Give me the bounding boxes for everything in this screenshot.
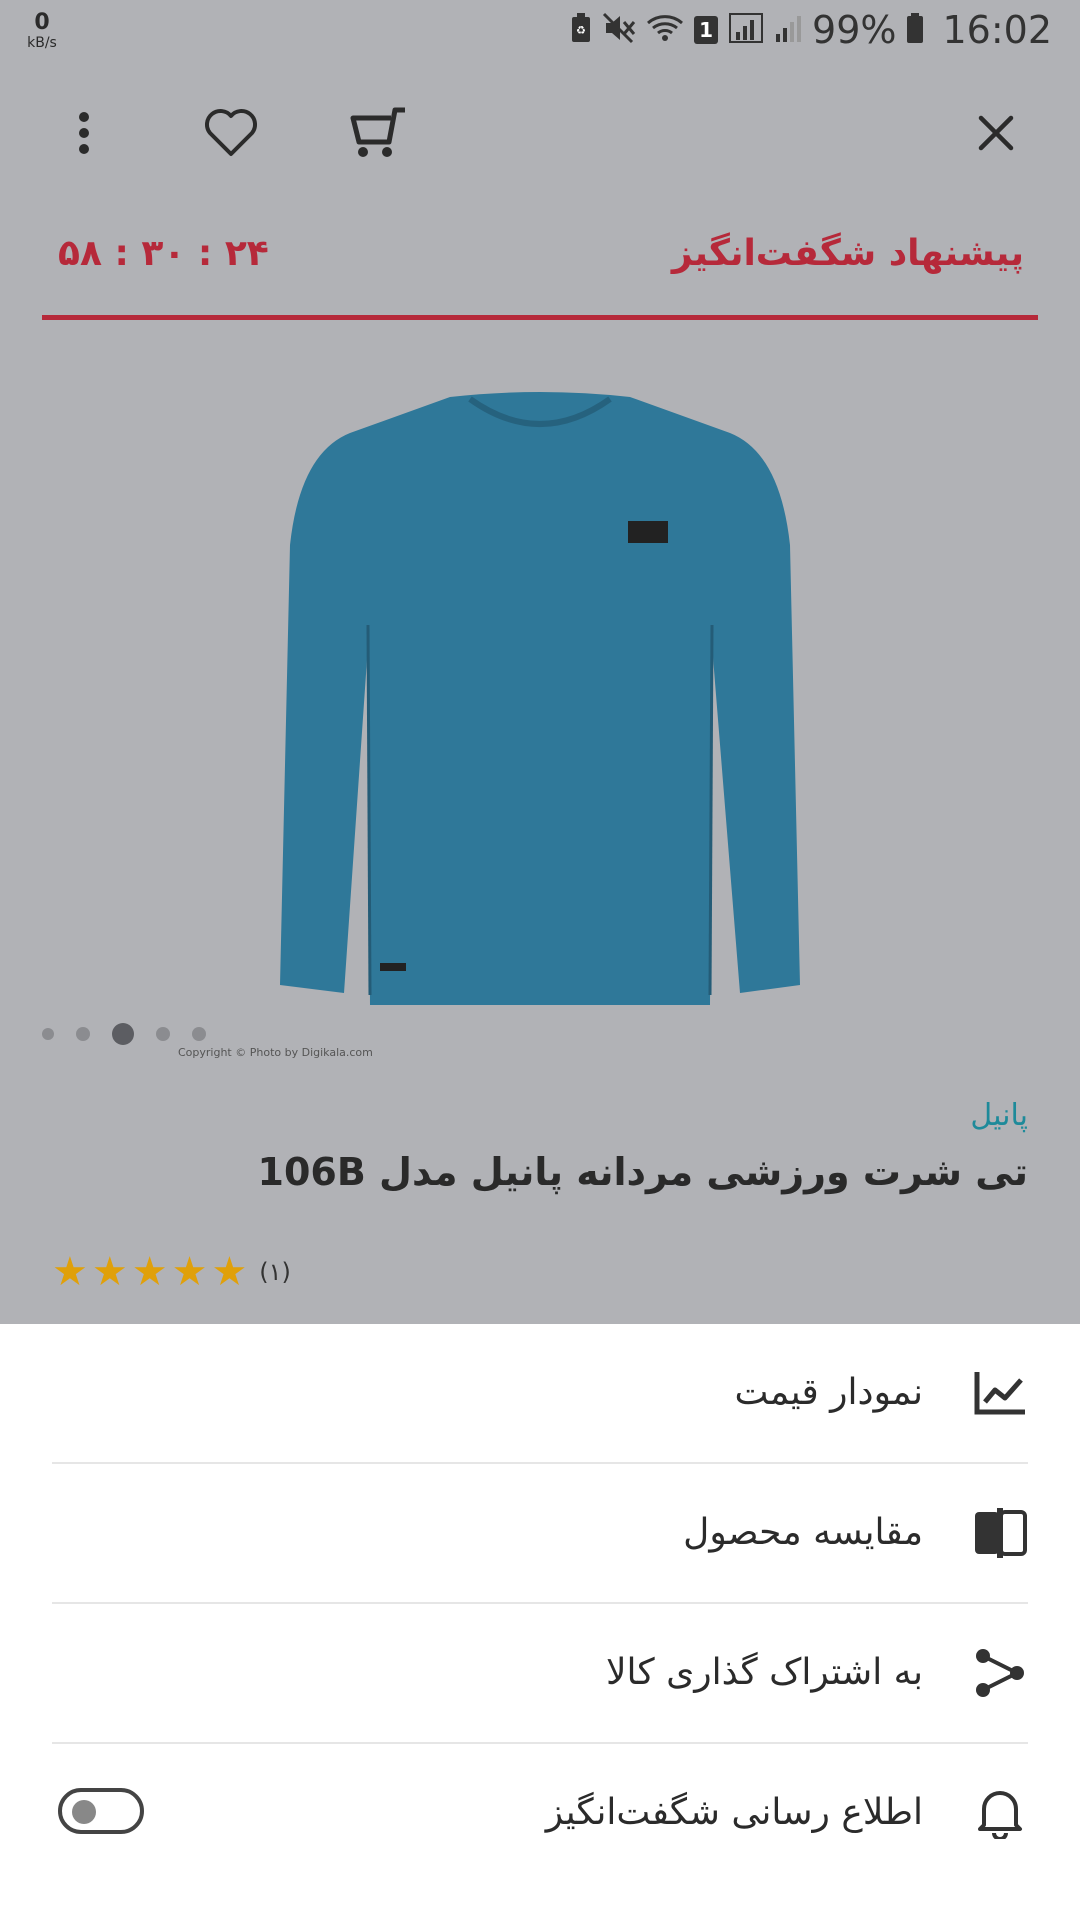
toggle-knob <box>72 1800 96 1824</box>
status-bar: 0 kB/s ♻ 1 99% 16:02 <box>0 0 1080 60</box>
cart-button[interactable] <box>348 105 408 165</box>
amazing-offer-title: پیشنهاد شگفت‌انگیز <box>671 233 1024 274</box>
clock: 16:02 <box>942 8 1052 52</box>
price-chart-icon <box>972 1368 1028 1418</box>
menu-item-label: نمودار قیمت <box>734 1372 923 1413</box>
more-vertical-icon <box>77 111 91 159</box>
notify-toggle[interactable] <box>58 1788 144 1834</box>
star-icon: ★ <box>131 1249 168 1295</box>
menu-item-notify[interactable]: اطلاع رسانی شگفت‌انگیز <box>52 1744 1028 1882</box>
amazing-offer-bar: پیشنهاد شگفت‌انگیز ۵۸ : ۳۰ : ۲۴ <box>42 225 1038 320</box>
bell-icon <box>972 1788 1028 1839</box>
brand-link[interactable]: پانیل <box>970 1098 1028 1133</box>
favorite-button[interactable] <box>201 105 261 165</box>
compare-icon <box>972 1508 1028 1558</box>
network-speed-value: 0 <box>34 10 50 35</box>
sim-badge-label: 1 <box>699 18 714 42</box>
heart-icon <box>202 108 260 162</box>
menu-item-price-chart[interactable]: نمودار قیمت <box>52 1324 1028 1464</box>
pager-dot-active[interactable] <box>112 1023 134 1045</box>
rating-count: (۱) <box>259 1258 291 1286</box>
gallery-pager[interactable] <box>42 1022 206 1046</box>
signal-2-icon <box>774 12 802 48</box>
image-copyright: Copyright © Photo by Digikala.com <box>178 1046 373 1059</box>
product-title: تی شرت ورزشی مردانه پانیل مدل 106B <box>257 1150 1028 1194</box>
pager-dot[interactable] <box>42 1028 54 1040</box>
menu-item-compare[interactable]: مقایسه محصول <box>52 1464 1028 1604</box>
pager-dot[interactable] <box>192 1027 206 1041</box>
wifi-icon <box>646 13 684 47</box>
close-button[interactable] <box>966 105 1026 165</box>
menu-item-label: مقایسه محصول <box>683 1512 923 1553</box>
star-icon: ★ <box>91 1249 128 1295</box>
share-icon <box>972 1648 1028 1698</box>
options-bottom-sheet: نمودار قیمت مقایسه محصول به اشتراک گذاری… <box>0 1324 1080 1920</box>
menu-item-share[interactable]: به اشتراک گذاری کالا <box>52 1604 1028 1744</box>
menu-item-label: به اشتراک گذاری کالا <box>605 1652 923 1693</box>
product-image[interactable] <box>270 385 810 1025</box>
more-options-button[interactable] <box>54 105 114 165</box>
rating-stars: ★ ★ ★ ★ ★ <box>52 1252 247 1292</box>
sim-badge: 1 <box>694 16 719 44</box>
close-icon <box>977 114 1015 156</box>
pager-dot[interactable] <box>76 1027 90 1041</box>
signal-icon <box>728 12 764 48</box>
countdown-timer: ۵۸ : ۳۰ : ۲۴ <box>58 233 269 274</box>
star-icon: ★ <box>211 1249 248 1295</box>
mute-icon <box>602 12 636 48</box>
network-speed-unit: kB/s <box>27 35 57 51</box>
network-speed: 0 kB/s <box>24 10 60 51</box>
cart-icon <box>349 106 407 164</box>
menu-item-label: اطلاع رسانی شگفت‌انگیز <box>545 1792 923 1833</box>
battery-saver-icon: ♻ <box>570 12 592 48</box>
star-icon: ★ <box>171 1249 208 1295</box>
rating[interactable]: ★ ★ ★ ★ ★ (۱) <box>52 1250 291 1294</box>
star-icon: ★ <box>52 1249 88 1295</box>
svg-text:♻: ♻ <box>576 24 586 37</box>
top-toolbar <box>0 85 1080 185</box>
battery-percent: 99% <box>812 8 897 52</box>
pager-dot[interactable] <box>156 1027 170 1041</box>
battery-icon <box>906 12 924 48</box>
